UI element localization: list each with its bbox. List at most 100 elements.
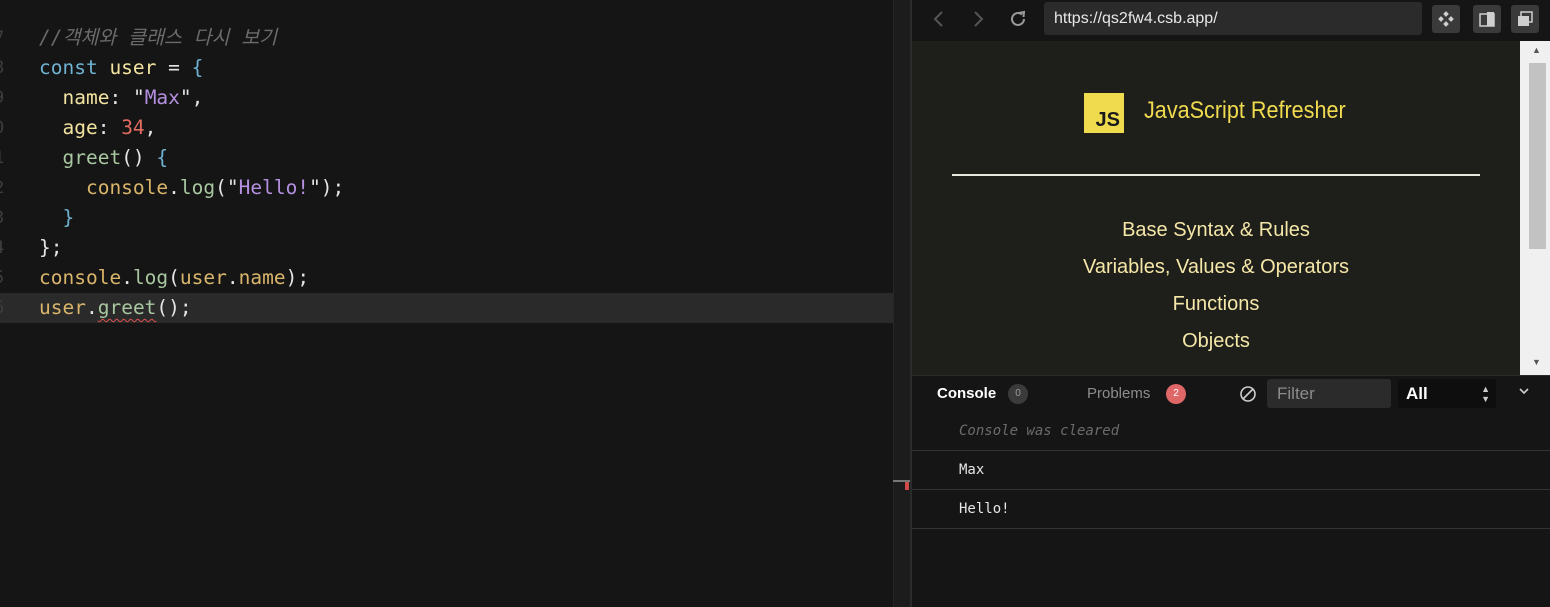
preview-pane: https://qs2fw4.csb.app/ JS JavaScript Re… bbox=[910, 0, 1550, 607]
console-log-entry: Hello! bbox=[912, 490, 1550, 529]
page-scrollbar[interactable]: ▲ ▼ bbox=[1520, 41, 1550, 375]
code-line[interactable]: 7 //객체와 클래스 다시 보기 bbox=[0, 23, 910, 53]
chevron-right-icon bbox=[974, 11, 984, 27]
code-token: user bbox=[39, 296, 86, 319]
console-cleared-message: Console was cleared bbox=[912, 412, 1550, 451]
code-token: user bbox=[179, 266, 227, 289]
code-token: , bbox=[144, 116, 157, 139]
code-token: : bbox=[109, 86, 133, 109]
code-token: log bbox=[132, 266, 169, 289]
log-level-select[interactable]: All ▲ ▼ bbox=[1398, 379, 1496, 408]
clear-console-icon[interactable] bbox=[1239, 385, 1257, 403]
code-token: { bbox=[191, 56, 204, 79]
tab-console[interactable]: Console bbox=[937, 385, 996, 402]
chevron-down-icon[interactable] bbox=[1516, 383, 1532, 399]
code-token: log bbox=[179, 176, 216, 199]
back-button[interactable] bbox=[926, 6, 952, 32]
code-token: greet bbox=[39, 146, 122, 169]
code-line[interactable]: 2 console.log("Hello!"); bbox=[0, 173, 910, 203]
code-token: . bbox=[121, 266, 133, 289]
forward-button[interactable] bbox=[965, 6, 991, 32]
code-token: ", bbox=[179, 86, 204, 109]
chevron-left-icon bbox=[933, 11, 943, 27]
code-token: } bbox=[39, 206, 75, 229]
code-text: name: "Max", bbox=[39, 83, 203, 113]
code-token: = bbox=[168, 56, 192, 79]
split-layout-icon bbox=[1479, 12, 1495, 27]
code-token: Max bbox=[144, 86, 180, 109]
code-token: . bbox=[85, 296, 98, 319]
code-token: " bbox=[132, 86, 145, 109]
code-token: . bbox=[226, 266, 239, 289]
line-number: 3 bbox=[0, 203, 8, 233]
nav-link-base-syntax[interactable]: Base Syntax & Rules bbox=[912, 219, 1520, 242]
scroll-down-arrow-icon[interactable]: ▼ bbox=[1532, 357, 1541, 367]
code-line[interactable]: 9 name: "Max", bbox=[0, 83, 910, 113]
code-token: ( bbox=[168, 266, 180, 289]
problems-count-badge: 2 bbox=[1166, 384, 1186, 404]
line-number: 8 bbox=[0, 53, 8, 83]
code-token: console bbox=[39, 176, 169, 199]
console-tab-bar: Console 0 Problems 2 Filter All ▲ ▼ bbox=[912, 376, 1550, 412]
code-token: ); bbox=[285, 266, 310, 289]
open-in-new-window-button[interactable] bbox=[1432, 5, 1460, 33]
code-text: const user = { bbox=[39, 53, 203, 83]
code-token: name bbox=[39, 86, 110, 109]
code-text: } bbox=[39, 203, 74, 233]
line-number: 6 bbox=[0, 293, 8, 323]
code-line[interactable]: 6 user.greet(); bbox=[0, 293, 910, 323]
line-number: 0 bbox=[0, 113, 8, 143]
split-view-button[interactable] bbox=[1473, 5, 1501, 33]
code-text: greet() { bbox=[39, 143, 168, 173]
log-level-value: All bbox=[1406, 384, 1428, 403]
code-editor[interactable]: 7//객체와 클래스 다시 보기8const user = {9 name: "… bbox=[0, 0, 910, 607]
reload-button[interactable] bbox=[1005, 6, 1031, 32]
toggle-preview-button[interactable] bbox=[1511, 5, 1539, 33]
code-text: age: 34, bbox=[39, 113, 156, 143]
code-line[interactable]: 3 } bbox=[0, 203, 910, 233]
rendered-page: JS JavaScript Refresher Base Syntax & Ru… bbox=[912, 41, 1520, 375]
code-text: console.log(user.name); bbox=[39, 263, 309, 293]
code-token: user bbox=[97, 56, 169, 79]
line-number: 2 bbox=[0, 173, 8, 203]
code-token: const bbox=[39, 56, 98, 79]
tab-problems[interactable]: Problems bbox=[1087, 385, 1150, 402]
code-token: () bbox=[121, 146, 157, 169]
code-text: //객체와 클래스 다시 보기 bbox=[39, 23, 277, 53]
console-count-badge: 0 bbox=[1008, 384, 1028, 404]
code-token: age bbox=[39, 116, 98, 139]
code-token: 34 bbox=[121, 116, 145, 139]
code-token: : bbox=[97, 116, 122, 139]
scroll-up-arrow-icon[interactable]: ▲ bbox=[1532, 45, 1541, 55]
code-text: }; bbox=[39, 233, 62, 263]
nav-link-functions[interactable]: Functions bbox=[912, 293, 1520, 316]
code-token: { bbox=[156, 146, 169, 169]
window-stack-icon bbox=[1518, 11, 1533, 26]
code-line[interactable]: 4}; bbox=[0, 233, 910, 263]
line-number: 9 bbox=[0, 83, 8, 113]
url-bar[interactable]: https://qs2fw4.csb.app/ bbox=[1044, 2, 1422, 35]
nav-link-objects[interactable]: Objects bbox=[912, 330, 1520, 353]
code-line[interactable]: 1 greet() { bbox=[0, 143, 910, 173]
console-log-entry: Max bbox=[912, 451, 1550, 490]
code-text: user.greet(); bbox=[39, 293, 192, 323]
code-token: (); bbox=[156, 296, 192, 319]
code-line[interactable]: 5console.log(user.name); bbox=[0, 263, 910, 293]
divider bbox=[952, 174, 1480, 176]
browser-toolbar: https://qs2fw4.csb.app/ bbox=[912, 0, 1550, 40]
code-token: }; bbox=[39, 236, 63, 259]
code-line[interactable]: 0 age: 34, bbox=[0, 113, 910, 143]
code-token: Hello! bbox=[238, 176, 310, 199]
editor-scrollbar[interactable] bbox=[893, 0, 910, 607]
line-number: 7 bbox=[0, 23, 8, 53]
filter-input[interactable]: Filter bbox=[1267, 379, 1391, 408]
page-title: JavaScript Refresher bbox=[1144, 97, 1346, 124]
select-arrows-icon: ▲ ▼ bbox=[1481, 384, 1490, 404]
editor-error-marker bbox=[905, 482, 909, 490]
line-number: 1 bbox=[0, 143, 8, 173]
scroll-thumb[interactable] bbox=[1529, 63, 1546, 249]
code-token: //객체와 클래스 다시 보기 bbox=[39, 26, 278, 49]
code-text: console.log("Hello!"); bbox=[39, 173, 344, 203]
code-line[interactable]: 8 const user = { bbox=[0, 53, 910, 83]
nav-link-variables[interactable]: Variables, Values & Operators bbox=[912, 256, 1520, 279]
